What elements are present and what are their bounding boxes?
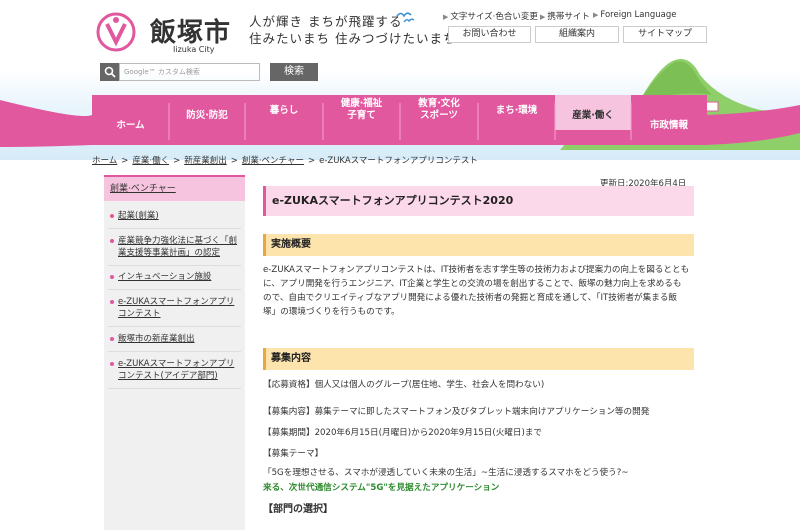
sidebar-item-certification[interactable]: 産業競争力強化法に基づく「創業支援等事業計画」の認定	[110, 235, 240, 259]
contact-button[interactable]: お問い合わせ	[448, 26, 531, 43]
breadcrumb-separator: >	[121, 156, 129, 166]
sidebar-item-label: 起業(創業)	[118, 211, 159, 221]
breadcrumb-separator: >	[173, 156, 181, 166]
nav-health-welfare[interactable]: 健康·福祉 子育て	[323, 98, 400, 122]
organization-button[interactable]: 組織案内	[535, 26, 619, 43]
period-text: 【募集期間】2020年6月15日(月曜日)から2020年9月15日(火曜日)まで	[263, 428, 543, 438]
division-heading: 【部門の選択】	[263, 504, 333, 515]
overview-line: ので、自由でクリエイティブなアプリ開発による優れた技術者の発掘と育成を通して、「…	[263, 293, 678, 303]
util-link-label: Foreign Language	[600, 10, 677, 20]
theme-line1: 「5Gを理想させる、スマホが浸透していく未来の生活」~生活に浸透するスマホをどう…	[263, 468, 629, 478]
divider	[108, 265, 241, 266]
nav-home[interactable]: ホーム	[92, 120, 169, 132]
site-header: 飯塚市 Iizuka City 人が輝き まちが飛躍する 住みたいまち 住みつづ…	[0, 0, 800, 160]
theme-label: 【募集テーマ】	[263, 449, 324, 459]
sidebar-item-label: e-ZUKAスマートフォンアプリコンテスト(アイデア部門)	[118, 359, 235, 381]
bullet-icon	[110, 275, 114, 279]
util-link-label: 文字サイズ·色合い変更	[450, 12, 538, 22]
section-heading-recruitment: 募集内容	[263, 348, 694, 370]
util-link-foreign-language[interactable]: ▶ Foreign Language	[593, 10, 677, 20]
sidebar-item-label: 産業競争力強化法に基づく「創業支援等事業計画」の認定	[118, 236, 238, 258]
sidebar-item-app-contest-idea[interactable]: e-ZUKAスマートフォンアプリコンテスト(アイデア部門)	[110, 358, 240, 382]
city-name[interactable]: 飯塚市	[150, 12, 231, 49]
page-title: e-ZUKAスマートフォンアプリコンテスト2020	[263, 186, 694, 216]
nav-disaster-prevention[interactable]: 防災·防犯	[169, 110, 245, 122]
eligibility-text: 【応募資格】個人又は個人のグループ(居住地、学生、社会人を問わない)	[263, 380, 545, 390]
breadcrumb-startup[interactable]: 創業·ベンチャー	[242, 156, 304, 166]
overview-line: 塚」の環境づくりを行うものです。	[263, 307, 400, 317]
sidebar-item-new-industry[interactable]: 飯塚市の新産業創出	[110, 333, 240, 345]
slogan-line1: 人が輝き まちが飛躍する	[249, 14, 403, 29]
slogan-line2: 住みたいまち 住みつづけたいまち	[249, 31, 457, 46]
birds-icon	[396, 12, 415, 23]
triangle-icon: ▶	[540, 13, 546, 21]
util-link-text-size[interactable]: ▶ 文字サイズ·色合い変更	[443, 10, 538, 22]
overview-line: に、アプリ開発を行うエンジニア、IT企業と学生との交流の場を創出することで、飯塚…	[263, 279, 682, 289]
search-button[interactable]: 検索	[270, 63, 318, 81]
overview-text: e-ZUKAスマートフォンアプリコンテストは、IT技術者を志す学生等の技術力およ…	[263, 263, 698, 319]
sidebar-item-startup[interactable]: 起業(創業)	[110, 210, 240, 222]
theme-line2: 来る、次世代通信システム"5G"を見据えたアプリケーション	[263, 483, 500, 493]
page: { "header": { "city_name": "飯塚市", "city_…	[0, 0, 800, 530]
divider	[108, 388, 241, 389]
content-text: 【募集内容】募集テーマに即したスマートフォン及びタブレット端末向けアプリケーショ…	[263, 407, 650, 417]
breadcrumb-separator: >	[230, 156, 238, 166]
sidebar-item-label: インキュベーション施設	[118, 272, 212, 282]
triangle-icon: ▶	[593, 11, 599, 19]
sidebar-item-label: e-ZUKAスマートフォンアプリコンテスト	[118, 297, 235, 319]
nav-city-info[interactable]: 市政情報	[631, 120, 707, 132]
util-link-mobile[interactable]: ▶ 携帯サイト	[540, 10, 590, 22]
bullet-icon	[110, 239, 114, 243]
util-link-label: 携帯サイト	[547, 12, 590, 22]
sidebar-item-incubation[interactable]: インキュベーション施設	[110, 271, 240, 283]
nav-industry-work[interactable]: 産業·働く	[555, 110, 631, 122]
section-heading-overview: 実施概要	[263, 234, 694, 256]
divider	[108, 289, 241, 290]
bullet-icon	[110, 214, 114, 218]
nav-town-environment[interactable]: まち·環境	[478, 105, 555, 117]
triangle-icon: ▶	[443, 13, 449, 21]
nav-living[interactable]: 暮らし	[245, 105, 323, 117]
divider	[108, 351, 241, 352]
sidebar-heading[interactable]: 創業·ベンチャー	[104, 175, 245, 201]
divider	[108, 228, 241, 229]
bullet-icon	[110, 362, 114, 366]
sitemap-button[interactable]: サイトマップ	[623, 26, 707, 43]
search-box: Google™ カスタム検索	[100, 63, 260, 81]
breadcrumb: ホーム > 産業·働く > 新産業創出 > 創業·ベンチャー > e-ZUKAスマートフォンアプ…	[92, 154, 478, 166]
breadcrumb-current: e-ZUKAスマートフォンアプリコンテスト	[319, 156, 478, 166]
nav-education-culture[interactable]: 教育·文化 スポーツ	[400, 98, 478, 122]
bullet-icon	[110, 337, 114, 341]
sidebar-item-label: 飯塚市の新産業創出	[118, 334, 195, 344]
breadcrumb-industry[interactable]: 産業·働く	[132, 156, 169, 166]
city-roman-name: Iizuka City	[173, 45, 215, 54]
city-logo-icon[interactable]	[96, 12, 136, 52]
sidebar-item-app-contest[interactable]: e-ZUKAスマートフォンアプリコンテスト	[110, 296, 240, 320]
search-icon	[100, 63, 119, 81]
breadcrumb-home[interactable]: ホーム	[92, 156, 117, 166]
overview-line: e-ZUKAスマートフォンアプリコンテストは、IT技術者を志す学生等の技術力およ…	[263, 265, 690, 275]
divider	[108, 326, 241, 327]
slogan: 人が輝き まちが飛躍する 住みたいまち 住みつづけたいまち	[249, 13, 456, 47]
search-input[interactable]: Google™ カスタム検索	[119, 63, 260, 81]
breadcrumb-separator: >	[307, 156, 316, 166]
bullet-icon	[110, 300, 114, 304]
sidebar: 創業·ベンチャー 起業(創業) 産業競争力強化法に基づく「創業支援等事業計画」の…	[104, 175, 245, 530]
breadcrumb-new-industry[interactable]: 新産業創出	[184, 156, 227, 166]
